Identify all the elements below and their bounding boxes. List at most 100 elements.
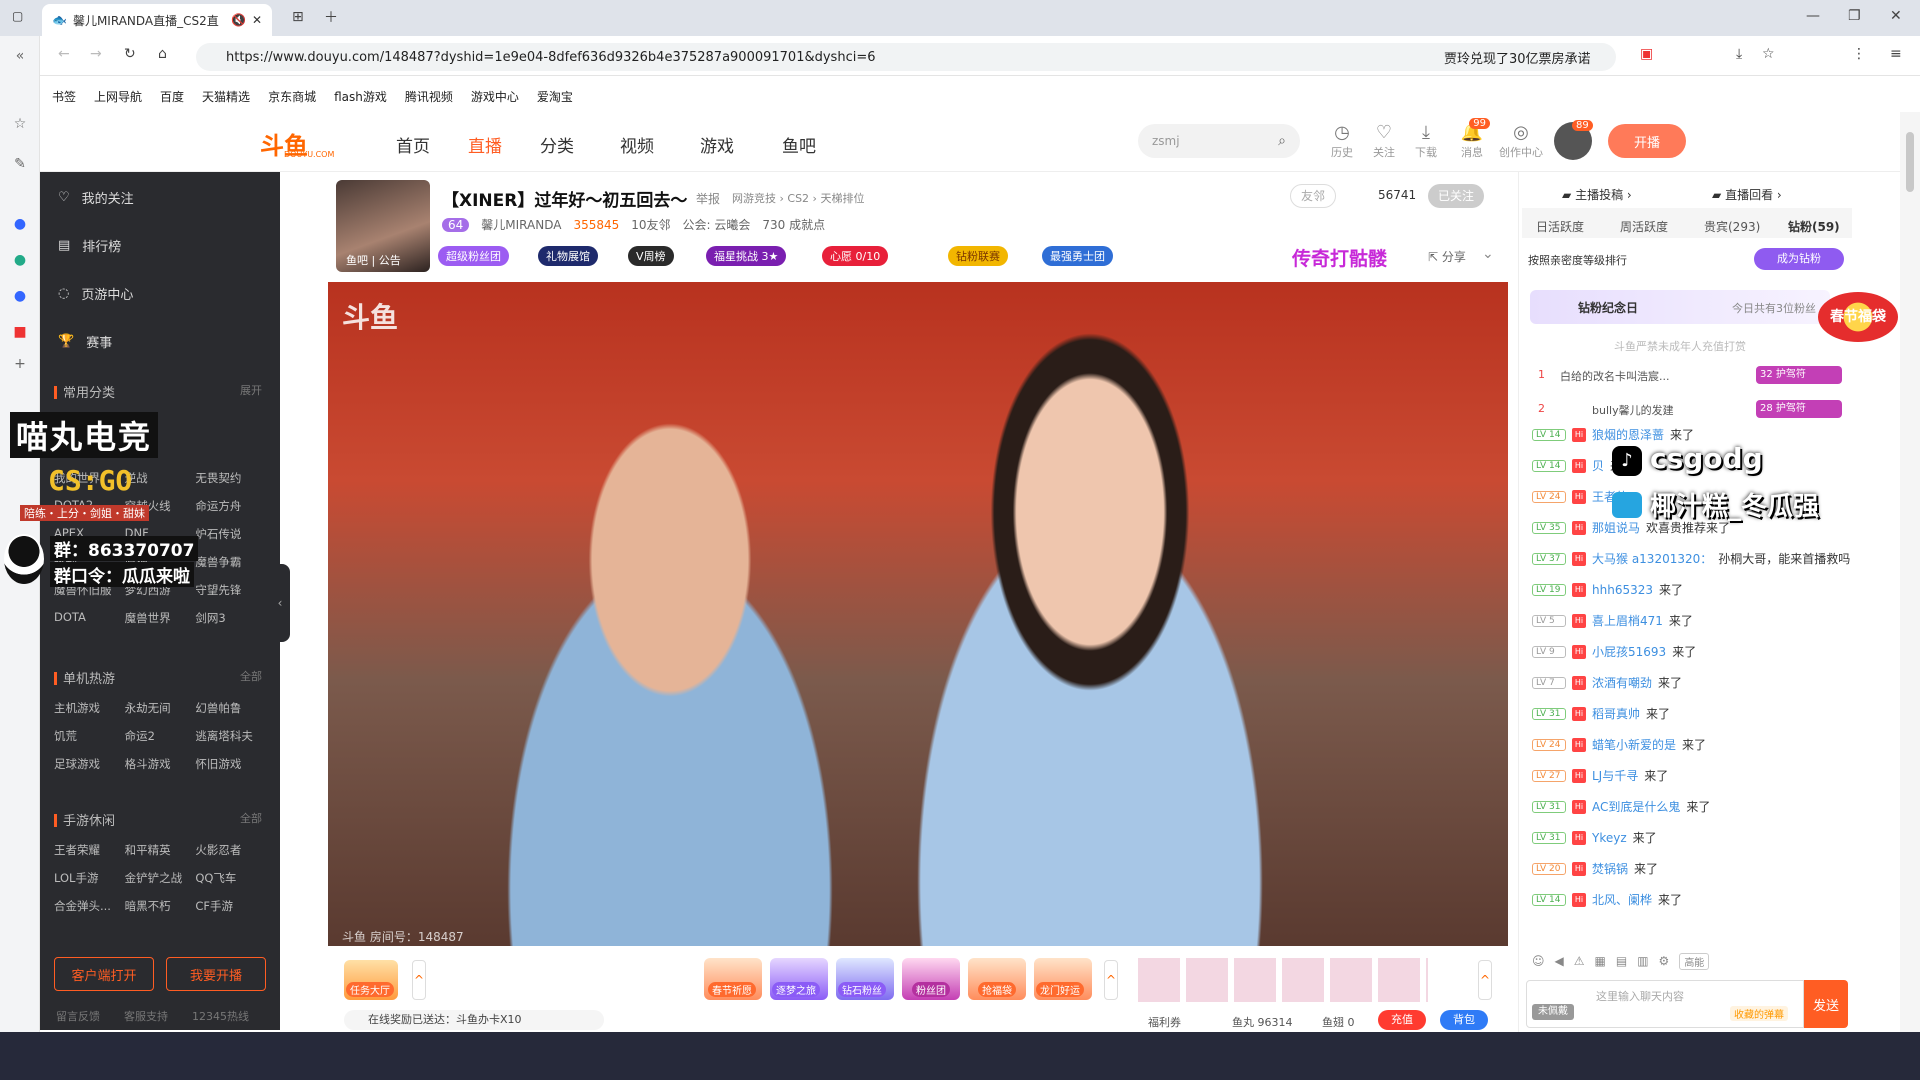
nav-home[interactable]: 首页 xyxy=(396,132,430,157)
nav-live[interactable]: 直播 xyxy=(468,132,502,157)
chat-nickname[interactable]: 大马猴 a13201320： xyxy=(1592,550,1712,567)
category-item[interactable]: 主机游戏 xyxy=(54,700,125,716)
tab-grid-icon[interactable]: ⊞ xyxy=(292,9,304,25)
chat-nickname[interactable]: 北风、阑桦 xyxy=(1592,891,1652,908)
back-icon[interactable]: ← xyxy=(58,46,70,62)
bookmark-item[interactable]: 上网导航 xyxy=(94,88,142,105)
chat-nickname[interactable]: 焚锅锅 xyxy=(1592,860,1628,877)
sidebar-item-webgame[interactable]: ◌ 页游中心 xyxy=(58,284,133,303)
chat-nickname[interactable]: 喜上眉梢471 xyxy=(1592,612,1663,629)
fan-badge-tag[interactable]: 未佩戴 xyxy=(1532,1004,1574,1020)
collapse-icon[interactable]: « xyxy=(11,48,29,66)
category-item[interactable]: 命运方舟 xyxy=(195,498,266,514)
nav-category[interactable]: 分类 xyxy=(540,132,574,157)
page-scrollbar[interactable] xyxy=(1900,112,1920,1032)
category-item[interactable]: 剑网3 xyxy=(195,610,266,626)
pen-icon[interactable]: ✎ xyxy=(11,156,29,174)
streamer-submit-link[interactable]: ▰ 主播投稿 › xyxy=(1562,186,1632,203)
category-item[interactable]: 逆战 xyxy=(125,470,196,486)
category-item[interactable]: 无畏契约 xyxy=(195,470,266,486)
become-diamond-button[interactable]: 成为钻粉 xyxy=(1754,248,1844,270)
barrage-tag[interactable]: 高能 xyxy=(1679,952,1710,970)
category-item[interactable]: 永劫无间 xyxy=(125,700,196,716)
reload-icon[interactable]: ↻ xyxy=(124,46,136,62)
chat-nickname[interactable]: 小屁孩51693 xyxy=(1592,643,1666,660)
chat-nickname[interactable]: LJ与千寻 xyxy=(1592,767,1638,784)
category-item[interactable]: 格斗游戏 xyxy=(125,756,196,772)
replay-link[interactable]: ▰ 直播回看 › xyxy=(1712,186,1782,203)
bookmark-item[interactable]: flash游戏 xyxy=(334,88,387,105)
bookmark-item[interactable]: 游戏中心 xyxy=(471,88,519,105)
window-close-button[interactable]: ✕ xyxy=(1890,8,1902,24)
url-field[interactable]: https://www.douyu.com/148487?dyshid=1e9e… xyxy=(196,43,1616,71)
history-button[interactable]: ◷ 历史 xyxy=(1322,122,1362,160)
category-item[interactable]: 足球游戏 xyxy=(54,756,125,772)
close-icon[interactable]: ✕ xyxy=(252,13,262,27)
tab-weekly[interactable]: 周活跃度 xyxy=(1620,218,1668,235)
category-item[interactable]: 金铲铲之战 xyxy=(125,870,196,886)
category-item[interactable]: 和平精英 xyxy=(125,842,196,858)
chat-nickname[interactable]: 蜡笔小新爱的是 xyxy=(1592,736,1676,753)
category-item[interactable]: CF手游 xyxy=(195,898,266,914)
spring-lucky-bag[interactable]: 春节福袋 xyxy=(1818,292,1898,342)
sidebar-collapse-button[interactable]: ‹ xyxy=(270,564,290,642)
filter-icon[interactable]: ▦ xyxy=(1595,954,1606,968)
font-icon[interactable]: ▥ xyxy=(1637,954,1648,968)
pill-fanclub[interactable]: 超级粉丝团 xyxy=(438,246,509,266)
chat-nickname[interactable]: AC到底是什么鬼 xyxy=(1592,798,1680,815)
chat-nickname[interactable]: 浓酒有嘲劲 xyxy=(1592,674,1652,691)
app-icon[interactable]: ● xyxy=(11,252,29,270)
search-input[interactable]: zsmj ⌕ xyxy=(1138,124,1300,158)
rank-name[interactable]: bully馨儿的发建 xyxy=(1592,402,1674,418)
pill-vweek[interactable]: V周榜 xyxy=(628,246,674,266)
category-item[interactable]: 合金弹头... xyxy=(54,898,125,914)
pill-gift-hall[interactable]: 礼物展馆 xyxy=(538,246,598,266)
home-icon[interactable]: ⌂ xyxy=(158,46,167,62)
search-app-icon[interactable]: ● xyxy=(11,216,29,234)
pill-warriors[interactable]: 最强勇士团 xyxy=(1042,246,1113,266)
pill-wish[interactable]: 心愿 0/10 xyxy=(822,246,889,266)
sidebar-toggle-icon[interactable]: ▢ xyxy=(12,9,23,23)
sidebar-item-rank[interactable]: ▤ 排行榜 xyxy=(58,236,121,255)
category-item[interactable]: 饥荒 xyxy=(54,728,125,744)
recharge-button[interactable]: 充值 xyxy=(1378,1010,1426,1030)
emoji-icon[interactable]: ☺ xyxy=(1532,954,1545,968)
color-icon[interactable]: ▤ xyxy=(1616,954,1627,968)
share-button[interactable]: ⇱ 分享 xyxy=(1428,248,1466,265)
nav-video[interactable]: 视频 xyxy=(620,132,654,157)
mute-icon[interactable]: 🔇 xyxy=(231,13,246,27)
more-chevron-icon[interactable]: ⌄ xyxy=(1482,246,1494,262)
sidebar-item-following[interactable]: ♡ 我的关注 xyxy=(58,188,134,207)
tab-diamond[interactable]: 钻粉(59) xyxy=(1788,218,1840,235)
collect-barrage-tag[interactable]: 收藏的弹幕 xyxy=(1730,1006,1788,1021)
section-more-link[interactable]: 展开 xyxy=(240,382,262,398)
client-open-button[interactable]: 客户端打开 xyxy=(54,957,154,991)
new-tab-button[interactable]: ＋ xyxy=(324,7,338,27)
bookmark-item[interactable]: 腾讯视频 xyxy=(405,88,453,105)
bookmark-item[interactable]: 爱淘宝 xyxy=(537,88,573,105)
star-icon[interactable]: ☆ xyxy=(1762,46,1775,62)
section-more-link[interactable]: 全部 xyxy=(240,668,262,684)
category-item[interactable]: 暗黑不朽 xyxy=(125,898,196,914)
welfare-link[interactable]: 福利券 xyxy=(1148,1014,1181,1030)
footer-link[interactable]: 客服支持 xyxy=(124,1008,168,1024)
download-icon[interactable]: ⤓ xyxy=(1736,46,1742,62)
chat-nickname[interactable]: 稻哥真帅 xyxy=(1592,705,1640,722)
paw-icon[interactable]: ● xyxy=(11,288,29,306)
forward-icon[interactable]: → xyxy=(90,46,102,62)
category-item[interactable]: 火影忍者 xyxy=(195,842,266,858)
footer-link[interactable]: 12345热线 xyxy=(192,1008,249,1024)
nav-fishbar[interactable]: 鱼吧 xyxy=(782,132,816,157)
add-icon[interactable]: + xyxy=(11,356,29,374)
browser-tab[interactable]: 🐟 馨儿MIRANDA直播_CS2直 🔇 ✕ xyxy=(42,4,272,36)
followed-button[interactable]: 已关注 xyxy=(1428,184,1485,208)
warning-icon[interactable]: ⚠ xyxy=(1574,954,1585,968)
rank-name[interactable]: 白给的改名卡叫浩宸... xyxy=(1560,368,1670,384)
nav-games[interactable]: 游戏 xyxy=(700,132,734,157)
message-button[interactable]: 🔔 99 消息 xyxy=(1452,118,1492,160)
category-item[interactable]: QQ飞车 xyxy=(195,870,266,886)
section-more-link[interactable]: 全部 xyxy=(240,810,262,826)
speaker-icon[interactable]: ◀ xyxy=(1555,954,1564,968)
category-item[interactable]: LOL手游 xyxy=(54,870,125,886)
bag-button[interactable]: 背包 xyxy=(1440,1010,1488,1030)
